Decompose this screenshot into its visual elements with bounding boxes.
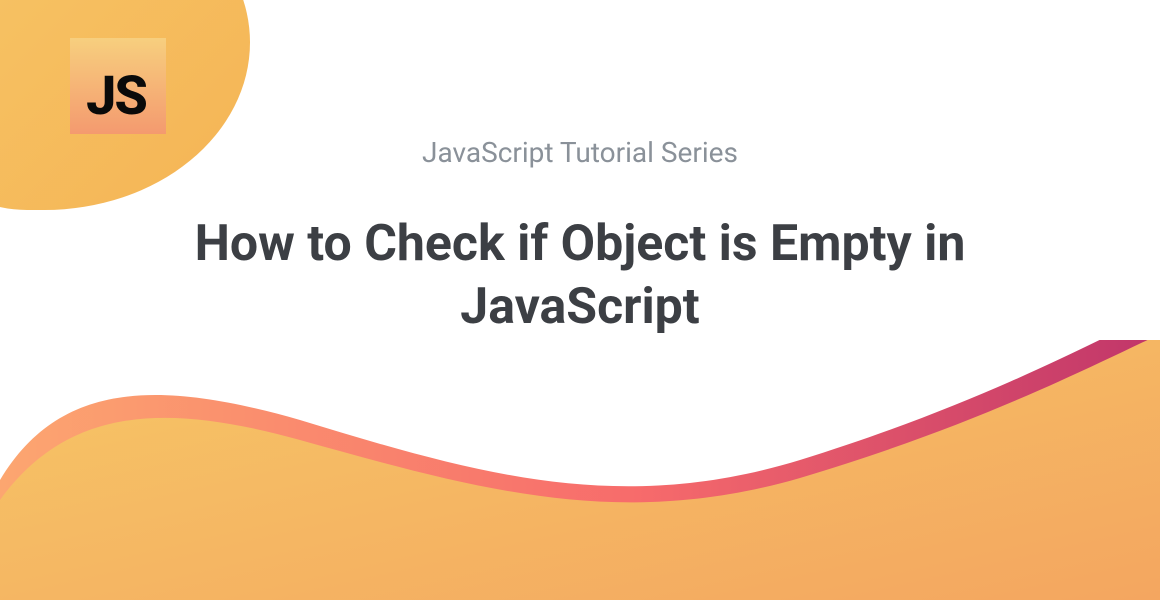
page-subtitle: JavaScript Tutorial Series bbox=[0, 136, 1160, 169]
content-area: JavaScript Tutorial Series How to Check … bbox=[0, 0, 1160, 338]
page-title: How to Check if Object is Empty in JavaS… bbox=[100, 213, 1060, 338]
wave-shape-bottom bbox=[0, 340, 1160, 600]
